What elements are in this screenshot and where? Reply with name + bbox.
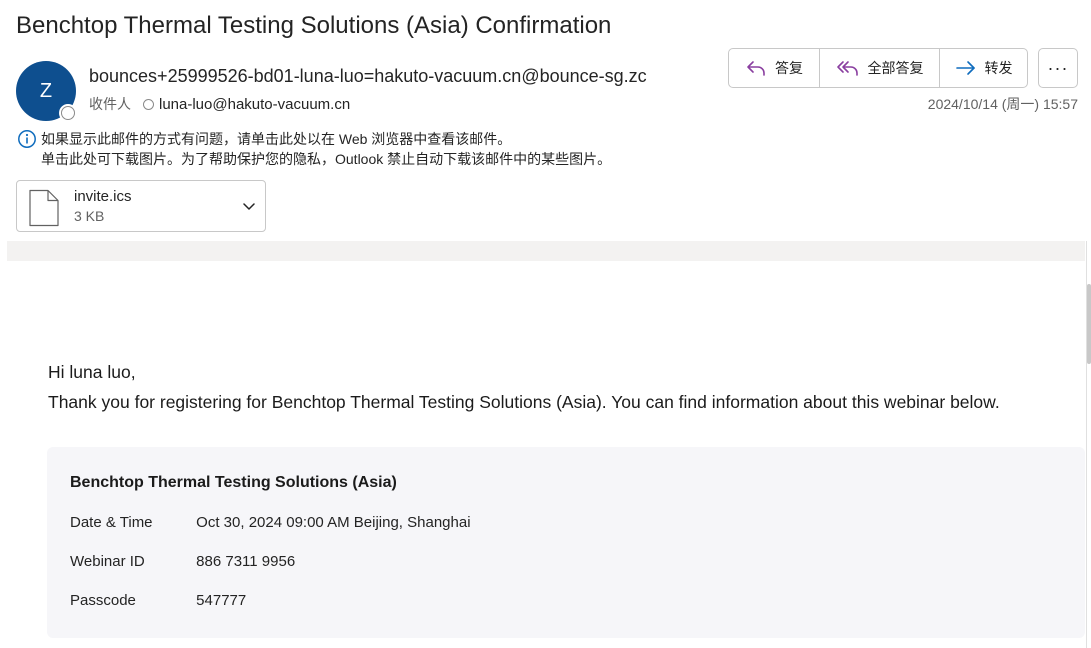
sender-address[interactable]: bounces+25999526-bd01-luna-luo=hakuto-va… <box>89 66 699 87</box>
webinar-details-card: Benchtop Thermal Testing Solutions (Asia… <box>47 447 1085 638</box>
detail-row-webinar-id: Webinar ID 886 7311 9956 <box>70 553 295 570</box>
forward-label: 转发 <box>984 60 1013 76</box>
more-icon: ··· <box>1047 57 1069 78</box>
detail-value: 547777 <box>196 592 247 609</box>
info-icon <box>18 130 36 148</box>
file-icon <box>29 189 59 227</box>
body-divider-band <box>7 241 1085 261</box>
avatar-initial: Z <box>39 79 53 102</box>
detail-value: Oct 30, 2024 09:00 AM Beijing, Shanghai <box>196 514 471 531</box>
forward-arrow-icon <box>955 61 975 75</box>
attachment-name: invite.ics <box>74 188 132 205</box>
chevron-down-icon[interactable] <box>242 199 256 213</box>
greeting-text: Hi luna luo, <box>48 362 136 382</box>
reply-all-arrow-icon <box>836 61 858 76</box>
reply-all-label: 全部答复 <box>867 60 924 76</box>
recipient-label: 收件人 <box>89 96 131 112</box>
presence-status-icon <box>59 104 77 122</box>
forward-button[interactable]: 转发 <box>939 49 1027 87</box>
more-actions-button[interactable]: ··· <box>1038 48 1078 88</box>
detail-row-date: Date & Time Oct 30, 2024 09:00 AM Beijin… <box>70 514 471 531</box>
view-in-browser-link[interactable]: 如果显示此邮件的方式有问题，请单击此处以在 Web 浏览器中查看该邮件。 <box>41 129 611 149</box>
message-actions: 答复 全部答复 转发 <box>728 48 1028 88</box>
reply-button[interactable]: 答复 <box>729 49 819 87</box>
detail-label: Date & Time <box>70 514 153 531</box>
attachment-card[interactable]: invite.ics 3 KB <box>16 180 266 232</box>
detail-label: Webinar ID <box>70 553 145 570</box>
received-date: 2024/10/14 (周一) 15:57 <box>927 96 1078 112</box>
detail-value: 886 7311 9956 <box>196 553 296 570</box>
reply-all-button[interactable]: 全部答复 <box>819 49 939 87</box>
recipient-address[interactable]: luna-luo@hakuto-vacuum.cn <box>159 96 350 113</box>
attachment-size: 3 KB <box>74 208 105 224</box>
scrollbar-thumb[interactable] <box>1087 284 1091 364</box>
detail-row-passcode: Passcode 547777 <box>70 592 246 609</box>
recipient-presence-icon <box>143 98 154 110</box>
reply-label: 答复 <box>775 60 803 76</box>
webinar-title: Benchtop Thermal Testing Solutions (Asia… <box>70 474 397 491</box>
detail-label: Passcode <box>70 592 136 609</box>
info-bar: 如果显示此邮件的方式有问题，请单击此处以在 Web 浏览器中查看该邮件。 单击此… <box>17 129 611 169</box>
recipient-row: 收件人 luna-luo@hakuto-vacuum.cn <box>89 94 350 114</box>
download-images-link[interactable]: 单击此处可下载图片。为了帮助保护您的隐私，Outlook 禁止自动下载该邮件中的… <box>41 149 611 169</box>
thanks-text: Thank you for registering for Benchtop T… <box>48 392 1000 412</box>
email-subject: Benchtop Thermal Testing Solutions (Asia… <box>16 12 612 39</box>
reply-arrow-icon <box>747 61 765 76</box>
